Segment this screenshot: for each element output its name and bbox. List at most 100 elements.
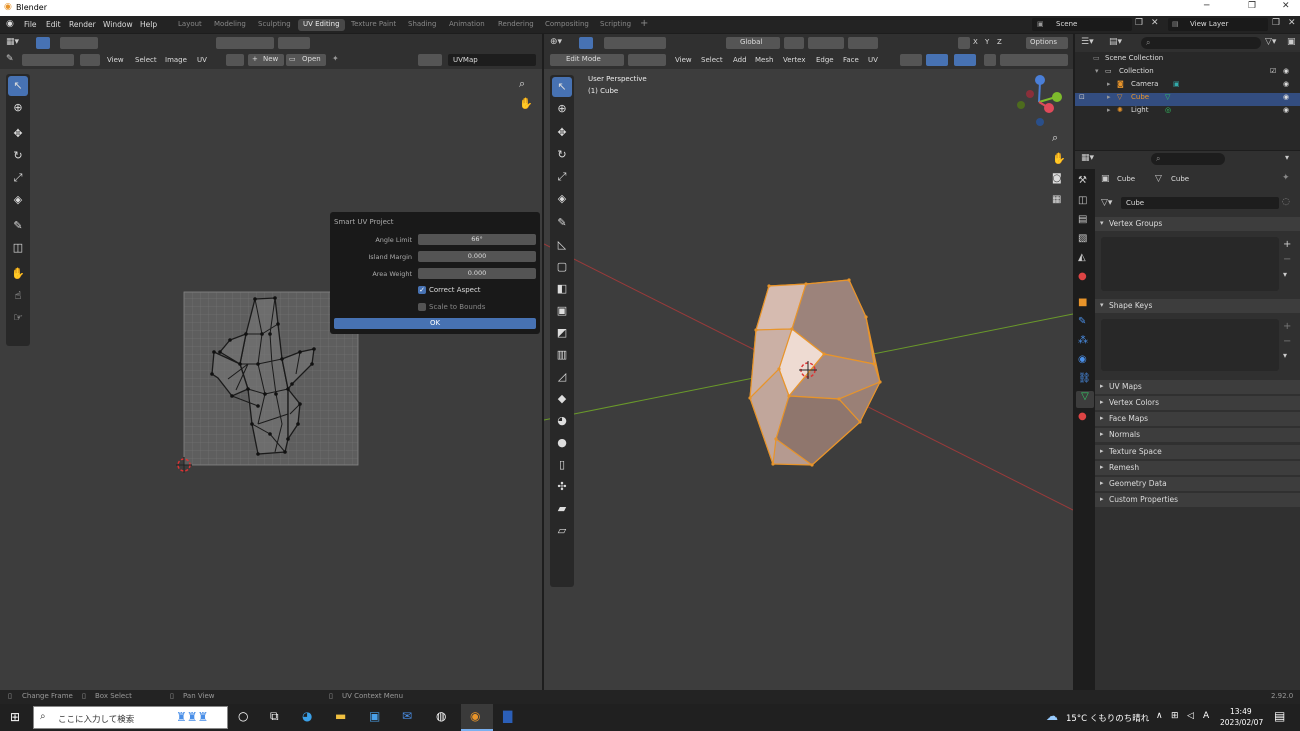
camera-view-icon[interactable]: ◙ bbox=[1052, 173, 1062, 184]
scene-tab-icon[interactable]: ◭ bbox=[1078, 252, 1086, 263]
blender-taskbar-button[interactable]: ◉ bbox=[461, 704, 493, 731]
mesh-browse-icon[interactable]: ▽▾ bbox=[1101, 198, 1112, 208]
task-view-icon[interactable]: ⧉ bbox=[270, 709, 279, 724]
tray-chevron-icon[interactable]: ∧ bbox=[1156, 711, 1163, 721]
modifier-tab-icon[interactable]: ✎ bbox=[1078, 316, 1086, 327]
shape-key-menu-icon[interactable]: ▾ bbox=[1283, 351, 1287, 360]
outliner-row-scene-collection[interactable]: ▭ Scene Collection bbox=[1075, 54, 1300, 67]
ok-button[interactable]: OK bbox=[334, 318, 536, 329]
menu-file[interactable]: File bbox=[24, 20, 37, 29]
ortho-toggle-icon[interactable]: ▦ bbox=[1052, 194, 1061, 205]
panel-remesh[interactable]: ▸ Remesh bbox=[1095, 461, 1300, 475]
scene-selector[interactable]: ▣ Scene bbox=[1032, 18, 1132, 31]
scale-to-bounds-checkbox[interactable] bbox=[418, 303, 426, 311]
panel-face-maps[interactable]: ▸ Face Maps bbox=[1095, 412, 1300, 426]
view-layer-tab-icon[interactable]: ▧ bbox=[1078, 233, 1087, 244]
tab-shading[interactable]: Shading bbox=[403, 19, 441, 31]
light-expand-icon[interactable]: ▸ bbox=[1107, 106, 1111, 114]
outliner-row-camera[interactable]: ▸ ◙ Camera ▣ ◉ bbox=[1075, 80, 1300, 93]
edge-slide-tool[interactable]: ▯ bbox=[552, 455, 572, 475]
cortana-icon[interactable]: ○ bbox=[238, 709, 248, 723]
vp-measure-tool[interactable]: ◺ bbox=[552, 235, 572, 255]
windows-start-icon[interactable]: ⊞ bbox=[10, 710, 20, 724]
vertex-groups-list[interactable] bbox=[1101, 237, 1279, 291]
viewport-canvas[interactable] bbox=[544, 34, 1073, 690]
remove-shape-key-icon[interactable]: − bbox=[1283, 336, 1291, 347]
3d-viewport[interactable]: ⊕▾ Global X Y Z Options Edit Mode View S… bbox=[544, 34, 1073, 690]
blender-menu-icon[interactable]: ◉ bbox=[6, 19, 14, 29]
tool-tab-icon[interactable]: ⚒ bbox=[1078, 175, 1087, 186]
poly-build-tool[interactable]: ◆ bbox=[552, 389, 572, 409]
vp-move-tool[interactable]: ✥ bbox=[552, 123, 572, 143]
delete-view-layer-icon[interactable]: ✕ bbox=[1288, 18, 1296, 28]
vp-cursor-tool[interactable]: ⊕ bbox=[552, 99, 572, 119]
menu-window[interactable]: Window bbox=[103, 20, 133, 29]
shrink-fatten-tool[interactable]: ✣ bbox=[552, 477, 572, 497]
world-tab-icon[interactable]: ● bbox=[1078, 271, 1087, 282]
angle-limit-field[interactable]: 66° bbox=[418, 234, 536, 245]
panel-vertex-groups-header[interactable]: ▾ Vertex Groups bbox=[1095, 217, 1300, 231]
display-mode-icon[interactable]: ▤▾ bbox=[1109, 37, 1122, 47]
bevel-tool[interactable]: ◩ bbox=[552, 323, 572, 343]
loop-cut-tool[interactable]: ▥ bbox=[552, 345, 572, 365]
uv-editor[interactable]: ▦▾ ✎ View Select Image UV + New ▭ Open ✦… bbox=[0, 34, 542, 690]
vp-annotate-tool[interactable]: ✎ bbox=[552, 213, 572, 233]
tab-animation[interactable]: Animation bbox=[444, 19, 490, 31]
uv-canvas[interactable] bbox=[0, 34, 542, 690]
mail-icon[interactable]: ✉ bbox=[402, 709, 412, 723]
outliner-type-icon[interactable]: ☰▾ bbox=[1081, 37, 1094, 47]
minimize-button[interactable]: ─ bbox=[1204, 1, 1209, 11]
add-cube-tool[interactable]: ▢ bbox=[552, 257, 572, 277]
collection-checkbox-icon[interactable]: ☑ bbox=[1270, 67, 1276, 75]
network-icon[interactable]: ⊞ bbox=[1171, 711, 1179, 721]
tab-scripting[interactable]: Scripting bbox=[595, 19, 636, 31]
panel-vertex-colors[interactable]: ▸ Vertex Colors bbox=[1095, 396, 1300, 410]
tab-compositing[interactable]: Compositing bbox=[540, 19, 594, 31]
file-explorer-icon[interactable]: ▬ bbox=[335, 709, 346, 723]
menu-edit[interactable]: Edit bbox=[46, 20, 61, 29]
panel-normals[interactable]: ▸ Normals bbox=[1095, 428, 1300, 442]
outliner-row-collection[interactable]: ▾ ▭ Collection ☑ ◉ bbox=[1075, 67, 1300, 80]
new-scene-icon[interactable]: ❐ bbox=[1135, 18, 1143, 28]
output-tab-icon[interactable]: ▤ bbox=[1078, 214, 1087, 225]
volume-icon[interactable]: ◁ bbox=[1187, 711, 1194, 721]
clock-time[interactable]: 13:49 bbox=[1230, 707, 1252, 716]
add-workspace-icon[interactable]: + bbox=[640, 18, 648, 29]
light-eye-icon[interactable]: ◉ bbox=[1283, 106, 1289, 114]
store-icon[interactable]: ▣ bbox=[369, 709, 380, 723]
tab-uv-editing[interactable]: UV Editing bbox=[298, 19, 345, 31]
mesh-data-tab-icon[interactable]: ▽ bbox=[1076, 391, 1094, 408]
vp-scale-tool[interactable]: ⤢ bbox=[552, 167, 572, 187]
tab-texture-paint[interactable]: Texture Paint bbox=[346, 19, 401, 31]
tab-modeling[interactable]: Modeling bbox=[209, 19, 251, 31]
edit-mode-row-icon[interactable]: ⊡ bbox=[1079, 93, 1085, 101]
properties-search[interactable]: ⌕ bbox=[1151, 153, 1225, 165]
constraints-tab-icon[interactable]: ⛓ bbox=[1078, 373, 1091, 384]
vp-pan-icon[interactable]: ✋ bbox=[1052, 152, 1066, 165]
vp-rotate-tool[interactable]: ↻ bbox=[552, 145, 572, 165]
menu-render[interactable]: Render bbox=[69, 20, 96, 29]
correct-aspect-checkbox[interactable]: ✓ bbox=[418, 286, 426, 294]
remove-vertex-group-icon[interactable]: − bbox=[1283, 254, 1291, 265]
close-button[interactable]: ✕ bbox=[1282, 1, 1290, 11]
object-tab-icon[interactable]: ■ bbox=[1078, 297, 1087, 308]
panel-geometry-data[interactable]: ▸ Geometry Data bbox=[1095, 477, 1300, 491]
mesh-datablock-field[interactable]: Cube bbox=[1121, 197, 1279, 209]
outliner-search[interactable]: ⌕ bbox=[1141, 37, 1261, 49]
area-weight-field[interactable]: 0.000 bbox=[418, 268, 536, 279]
tab-rendering[interactable]: Rendering bbox=[493, 19, 539, 31]
panel-custom-properties[interactable]: ▸ Custom Properties bbox=[1095, 493, 1300, 507]
render-tab-icon[interactable]: ◫ bbox=[1078, 195, 1087, 206]
vp-select-tool[interactable]: ↖ bbox=[552, 77, 572, 97]
clock-date[interactable]: 2023/02/07 bbox=[1220, 718, 1263, 727]
add-vertex-group-icon[interactable]: + bbox=[1283, 239, 1291, 250]
spin-tool[interactable]: ◕ bbox=[552, 411, 572, 431]
physics-tab-icon[interactable]: ◉ bbox=[1078, 354, 1087, 365]
rip-region-tool[interactable]: ▱ bbox=[552, 521, 572, 541]
word-icon[interactable]: ▇ bbox=[503, 709, 512, 723]
taskbar-search-box[interactable]: ⌕ ここに入力して検索 ♜♜♜ bbox=[33, 706, 228, 729]
island-margin-field[interactable]: 0.000 bbox=[418, 251, 536, 262]
outliner-row-cube[interactable]: ⊡ ▸ ▽ Cube ▽ ◉ bbox=[1075, 93, 1300, 106]
github-icon[interactable]: ◍ bbox=[436, 709, 446, 723]
outliner-row-light[interactable]: ▸ ✺ Light ◎ ◉ bbox=[1075, 106, 1300, 119]
